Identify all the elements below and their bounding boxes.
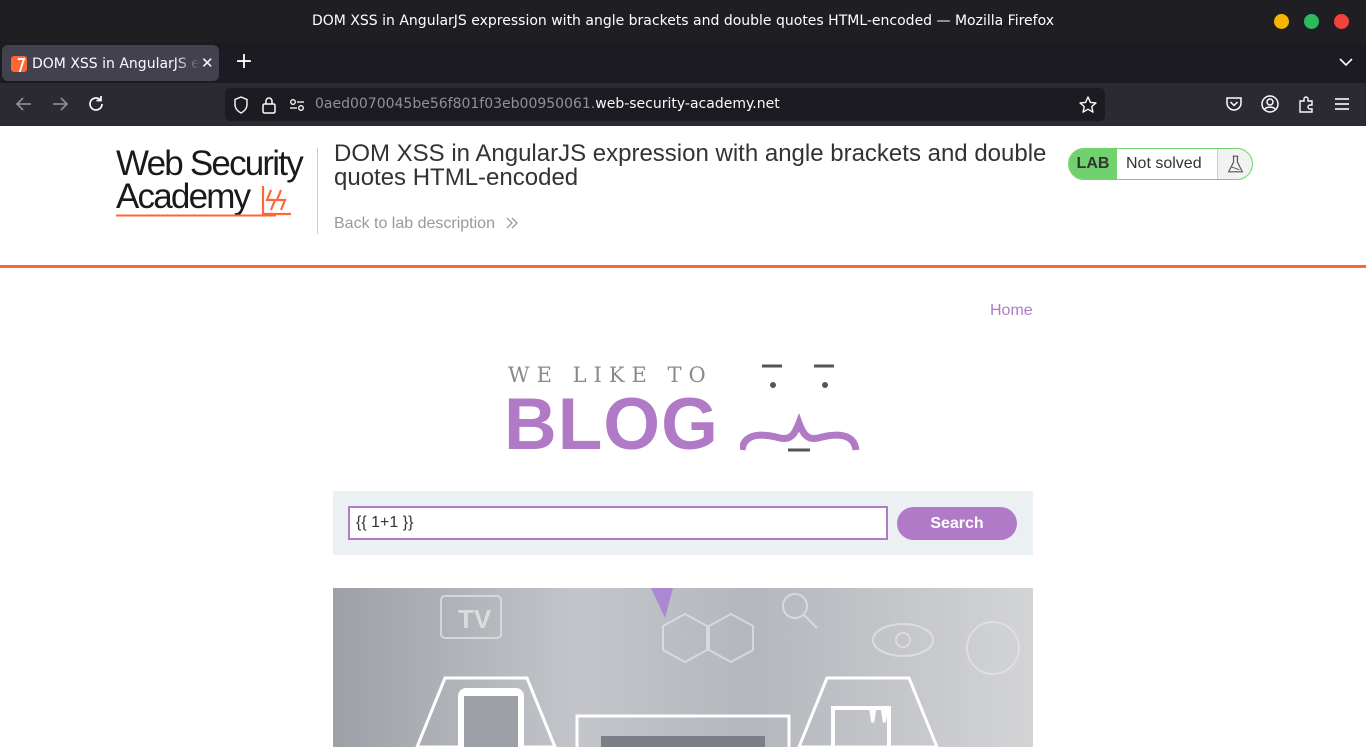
home-link[interactable]: Home xyxy=(990,302,1033,320)
banner-word: BLOG xyxy=(504,384,719,465)
tab-list-chevron-icon[interactable] xyxy=(1336,52,1356,72)
minimize-button[interactable] xyxy=(1274,14,1289,29)
hamburger-menu-icon[interactable] xyxy=(1331,93,1353,115)
reload-icon[interactable] xyxy=(85,93,107,115)
url-subdomain: 0aed0070045be56f801f03eb00950061. xyxy=(315,96,596,112)
lab-title: DOM XSS in AngularJS expression with ang… xyxy=(334,140,1047,191)
lab-favicon-icon xyxy=(11,56,27,72)
lab-status-text: Not solved xyxy=(1117,149,1217,179)
logo-underline xyxy=(116,214,276,217)
pocket-icon[interactable] xyxy=(1223,93,1245,115)
lock-icon[interactable] xyxy=(260,95,278,115)
address-bar[interactable]: 0aed0070045be56f801f03eb00950061.web-sec… xyxy=(225,88,1105,121)
maximize-button[interactable] xyxy=(1304,14,1319,29)
tab-strip: DOM XSS in AngularJS expression with ang… xyxy=(0,42,1366,83)
browser-tab-active[interactable]: DOM XSS in AngularJS expression with ang… xyxy=(2,45,219,81)
tracking-shield-icon[interactable] xyxy=(231,95,251,115)
lab-header: Web Security Academy DOM XSS in AngularJ… xyxy=(0,126,1366,268)
account-icon[interactable] xyxy=(1259,93,1281,115)
tab-close-icon[interactable]: ✕ xyxy=(201,54,214,72)
header-divider xyxy=(317,148,318,234)
tv-icon-label: TV xyxy=(458,604,492,634)
flask-icon xyxy=(1217,149,1244,179)
blog-face-icon xyxy=(740,364,860,452)
blog-post-image[interactable]: TV " xyxy=(333,588,1033,747)
window-title: DOM XSS in AngularJS expression with ang… xyxy=(312,13,1054,29)
logo-line-2: Academy xyxy=(116,177,251,216)
url-domain: web-security-academy.net xyxy=(595,96,780,112)
tab-title: DOM XSS in AngularJS expression with ang… xyxy=(32,56,200,72)
search-button[interactable]: Search xyxy=(897,507,1017,540)
lab-status-widget: LAB Not solved xyxy=(1068,148,1253,180)
window-titlebar: DOM XSS in AngularJS expression with ang… xyxy=(0,0,1366,42)
url-text[interactable]: 0aed0070045be56f801f03eb00950061.web-sec… xyxy=(315,96,780,112)
back-link-label: Back to lab description xyxy=(334,215,495,232)
web-security-academy-logo[interactable]: Web Security Academy xyxy=(116,146,316,221)
lab-badge: LAB xyxy=(1069,149,1117,179)
logo-line-1: Web Security xyxy=(116,144,304,183)
quote-icon: " xyxy=(863,697,894,747)
back-arrow-icon[interactable] xyxy=(13,93,35,115)
close-window-button[interactable] xyxy=(1334,14,1349,29)
double-chevron-right-icon xyxy=(506,217,519,229)
search-panel: Search xyxy=(333,491,1033,555)
back-to-lab-link[interactable]: Back to lab description xyxy=(334,215,519,233)
new-tab-button[interactable]: + xyxy=(233,49,255,75)
lightning-bolt-icon xyxy=(261,186,291,216)
permissions-icon[interactable] xyxy=(288,96,306,114)
navigation-toolbar: 0aed0070045be56f801f03eb00950061.web-sec… xyxy=(0,83,1366,126)
forward-arrow-icon[interactable] xyxy=(49,93,71,115)
extensions-icon[interactable] xyxy=(1295,93,1317,115)
search-input[interactable] xyxy=(348,506,888,540)
bookmark-star-icon[interactable] xyxy=(1078,95,1098,115)
blog-banner: WE LIKE TO BLOG xyxy=(500,355,870,465)
